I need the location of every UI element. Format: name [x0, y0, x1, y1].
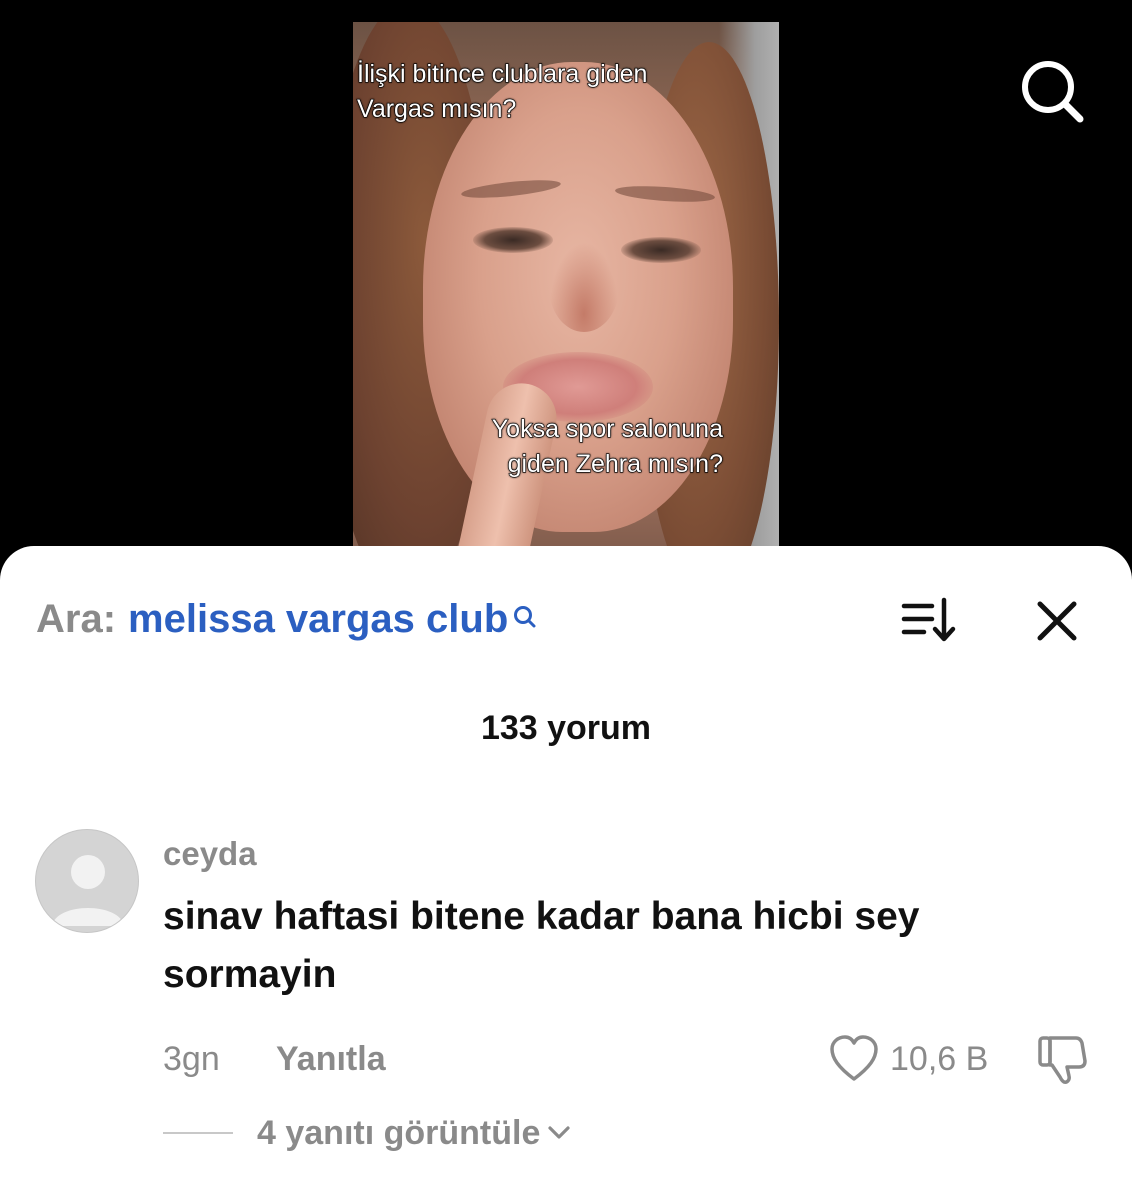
- comment-count: 133 yorum: [480, 709, 652, 747]
- heart-icon[interactable]: [828, 1034, 880, 1084]
- avatar[interactable]: [35, 829, 139, 933]
- chevron-down-icon: [546, 1123, 572, 1148]
- video-caption-top: İlişki bitince clublara giden Vargas mıs…: [356, 59, 648, 123]
- comment-time: 3gn: [163, 1040, 220, 1078]
- comment-text: sinav haftasi bitene kadar bana hicbi se…: [163, 895, 920, 996]
- view-replies-button[interactable]: 4 yanıtı görüntüle: [163, 1110, 572, 1156]
- sort-icon[interactable]: [898, 594, 962, 648]
- close-icon[interactable]: [1030, 594, 1084, 648]
- view-replies-label: 4 yanıtı görüntüle: [257, 1114, 541, 1152]
- search-query-link[interactable]: melissa vargas club: [128, 594, 508, 644]
- video-caption-bottom: Yoksa spor salonuna giden Zehra mısın?: [491, 414, 723, 478]
- search-icon[interactable]: [1018, 57, 1088, 127]
- comment-username[interactable]: ceyda: [163, 834, 257, 874]
- thumbs-down-icon[interactable]: [1036, 1032, 1088, 1086]
- replies-divider: [163, 1132, 233, 1134]
- reply-button[interactable]: Yanıtla: [276, 1036, 386, 1082]
- search-prefix: Ara:: [36, 597, 117, 641]
- search-icon: [512, 592, 538, 642]
- tiktok-comments-screen: İlişki bitince clublara giden Vargas mıs…: [0, 0, 1132, 1200]
- like-count: 10,6 B: [890, 1040, 989, 1078]
- related-search[interactable]: Ara: melissa vargas club: [36, 594, 538, 644]
